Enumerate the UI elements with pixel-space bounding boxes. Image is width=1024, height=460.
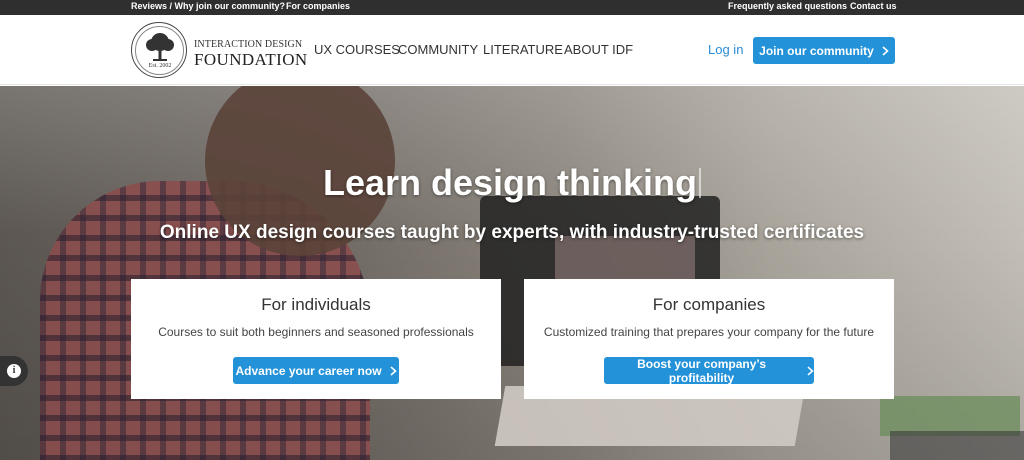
logo-established: Est. 2002 <box>148 63 172 69</box>
advance-career-button[interactable]: Advance your career now <box>233 357 399 384</box>
main-nav: Est. 2002 INTERACTION DESIGN FOUNDATION … <box>0 15 1024 85</box>
nav-literature[interactable]: LITERATURE <box>483 42 563 57</box>
nav-ux-courses[interactable]: UX COURSES <box>314 42 400 57</box>
reviews-link[interactable]: Reviews / Why join our community? <box>131 0 285 12</box>
join-community-label: Join our community <box>759 43 874 58</box>
hero-subtitle: Online UX design courses taught by exper… <box>159 222 865 243</box>
join-community-button[interactable]: Join our community <box>753 37 895 64</box>
typing-cursor <box>699 168 702 198</box>
hero-title-text: Learn design thinking <box>322 162 698 203</box>
hero-background-books <box>880 396 1020 436</box>
chevron-right-icon <box>882 45 889 56</box>
companies-card-description: Customized training that prepares your c… <box>543 325 875 339</box>
companies-card: For companies Customized training that p… <box>524 279 894 399</box>
hero-section: Learn design thinking Online UX design c… <box>0 86 1024 460</box>
logo[interactable]: Est. 2002 INTERACTION DESIGN FOUNDATION <box>131 22 308 78</box>
logo-text-line2: FOUNDATION <box>194 50 308 69</box>
info-icon: i <box>7 364 21 378</box>
advance-career-label: Advance your career now <box>235 363 382 378</box>
boost-profitability-label: Boost your company’s profitability <box>637 356 766 385</box>
faq-link[interactable]: Frequently asked questions <box>728 0 847 12</box>
top-bar: Reviews / Why join our community? For co… <box>0 0 1024 15</box>
nav-about-idf[interactable]: ABOUT IDF <box>564 42 633 57</box>
individuals-card-title: For individuals <box>261 295 371 314</box>
for-companies-link[interactable]: For companies <box>286 0 350 12</box>
individuals-card-description: Courses to suit both beginners and seaso… <box>158 325 474 339</box>
chevron-right-icon <box>807 365 814 376</box>
chevron-right-icon <box>389 365 397 376</box>
nav-community[interactable]: COMMUNITY <box>398 42 478 57</box>
login-link[interactable]: Log in <box>708 42 743 57</box>
contact-link[interactable]: Contact us <box>850 0 897 12</box>
info-tab[interactable]: i <box>0 356 28 386</box>
hero-title: Learn design thinking <box>0 162 1024 204</box>
boost-profitability-button[interactable]: Boost your company’s profitability <box>604 356 814 385</box>
logo-text-line1: INTERACTION DESIGN <box>194 39 303 50</box>
individuals-card: For individuals Courses to suit both beg… <box>131 279 501 399</box>
hero-background-books-2 <box>890 431 1024 460</box>
tree-seal-icon: Est. 2002 <box>131 22 187 78</box>
companies-card-title: For companies <box>652 295 766 314</box>
